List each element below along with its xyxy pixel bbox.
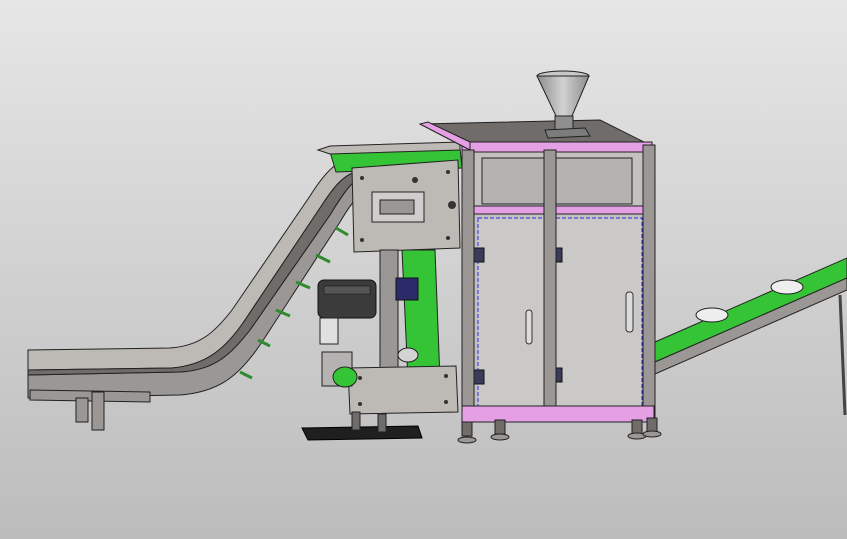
- upper-window: [481, 157, 633, 205]
- conveyor-leg-right: [91, 391, 105, 431]
- door-handle-left: [525, 309, 533, 345]
- forming-column: [379, 249, 399, 386]
- post-front-right: [642, 144, 656, 421]
- forming-base-plate: [301, 425, 423, 441]
- hopper-cone: [536, 75, 590, 117]
- package-bag-1: [695, 307, 729, 323]
- hopper-mount: [544, 127, 591, 139]
- right-output-conveyor: [654, 257, 847, 416]
- film-roll-core: [319, 317, 339, 345]
- package-bag-2: [770, 279, 804, 295]
- base-frame-pink: [461, 405, 655, 423]
- motor-detail: [323, 285, 371, 295]
- seal-roller: [332, 366, 358, 388]
- control-box-blue: [395, 277, 419, 301]
- cad-viewport[interactable]: [0, 0, 847, 539]
- hopper-neck: [554, 115, 574, 131]
- forming-base-leg-1: [351, 411, 361, 431]
- output-frame: [654, 277, 847, 375]
- conveyor-leg-left: [75, 397, 89, 423]
- side-plate-slot: [379, 199, 415, 215]
- door-handle-right: [625, 291, 634, 333]
- post-front-mid: [543, 149, 557, 413]
- motor-housing: [317, 279, 377, 319]
- output-support: [838, 294, 847, 416]
- machine-model: [27, 70, 847, 444]
- side-plate-lower: [347, 365, 459, 415]
- forming-base-leg-2: [377, 413, 387, 433]
- top-frame-pink: [461, 141, 653, 153]
- seal-roller-right: [397, 347, 419, 363]
- output-belt: [654, 257, 847, 363]
- conveyor-base-frame: [29, 389, 151, 403]
- post-front-left: [461, 149, 475, 421]
- cabinet-door-left: [477, 217, 545, 407]
